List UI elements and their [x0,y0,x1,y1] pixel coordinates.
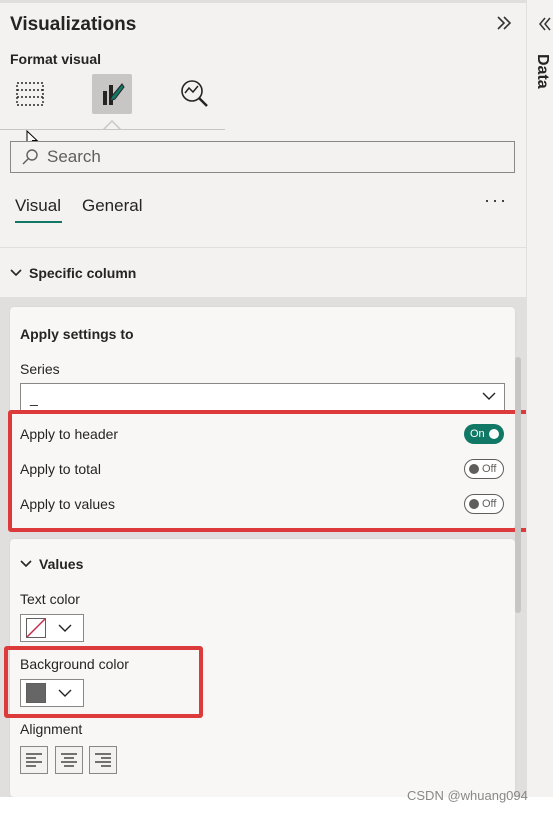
format-visual-label: Format visual [10,51,102,67]
active-tab-underline [15,221,62,223]
tabs-divider [0,247,526,248]
more-options-button[interactable]: ··· [484,190,508,211]
toggle-highlight-box [8,410,540,532]
chevron-down-icon [20,560,32,568]
top-divider [0,0,553,3]
paintbrush-chart-icon [103,83,125,105]
specific-column-header[interactable]: Specific column [10,265,136,281]
align-right-icon [95,753,111,767]
chevron-down-icon [58,624,72,632]
align-center-icon [61,753,77,767]
data-pane-rail [526,0,553,813]
values-title: Values [39,556,84,572]
chevron-down-icon [482,392,496,400]
series-value: _ [30,390,38,406]
align-center-button[interactable] [55,746,83,774]
data-pane-label[interactable]: Data [533,54,551,89]
double-chevron-left-icon [539,17,551,31]
tab-visual[interactable]: Visual [15,196,61,216]
build-visual-button[interactable] [10,74,50,114]
align-right-button[interactable] [89,746,117,774]
apply-settings-title: Apply settings to [20,326,134,342]
series-dropdown[interactable]: _ [20,383,505,413]
expand-data-pane-button[interactable] [538,16,552,37]
chevron-down-icon [10,269,22,277]
format-visual-button[interactable] [92,74,132,114]
pane-title: Visualizations [10,14,137,35]
alignment-label: Alignment [20,721,83,737]
fields-grid-icon [16,82,44,106]
magnifier-chart-icon [181,80,208,107]
no-color-swatch-icon [26,618,46,638]
text-color-picker[interactable] [20,614,84,642]
series-label: Series [20,361,60,377]
search-box[interactable]: Search [10,141,515,173]
analytics-button[interactable] [175,74,215,114]
search-placeholder: Search [47,147,101,166]
align-left-icon [26,753,42,767]
tab-general[interactable]: General [82,196,142,216]
search-icon [22,149,38,165]
double-chevron-right-icon [497,16,512,30]
section-title: Specific column [29,265,137,281]
background-color-highlight-box [4,646,203,718]
watermark-text: CSDN @whuang094 [407,788,528,803]
text-color-label: Text color [20,591,80,607]
vertical-scrollbar[interactable] [515,357,521,613]
align-left-button[interactable] [20,746,48,774]
collapse-pane-button[interactable] [495,14,513,38]
values-header[interactable]: Values [20,556,83,572]
